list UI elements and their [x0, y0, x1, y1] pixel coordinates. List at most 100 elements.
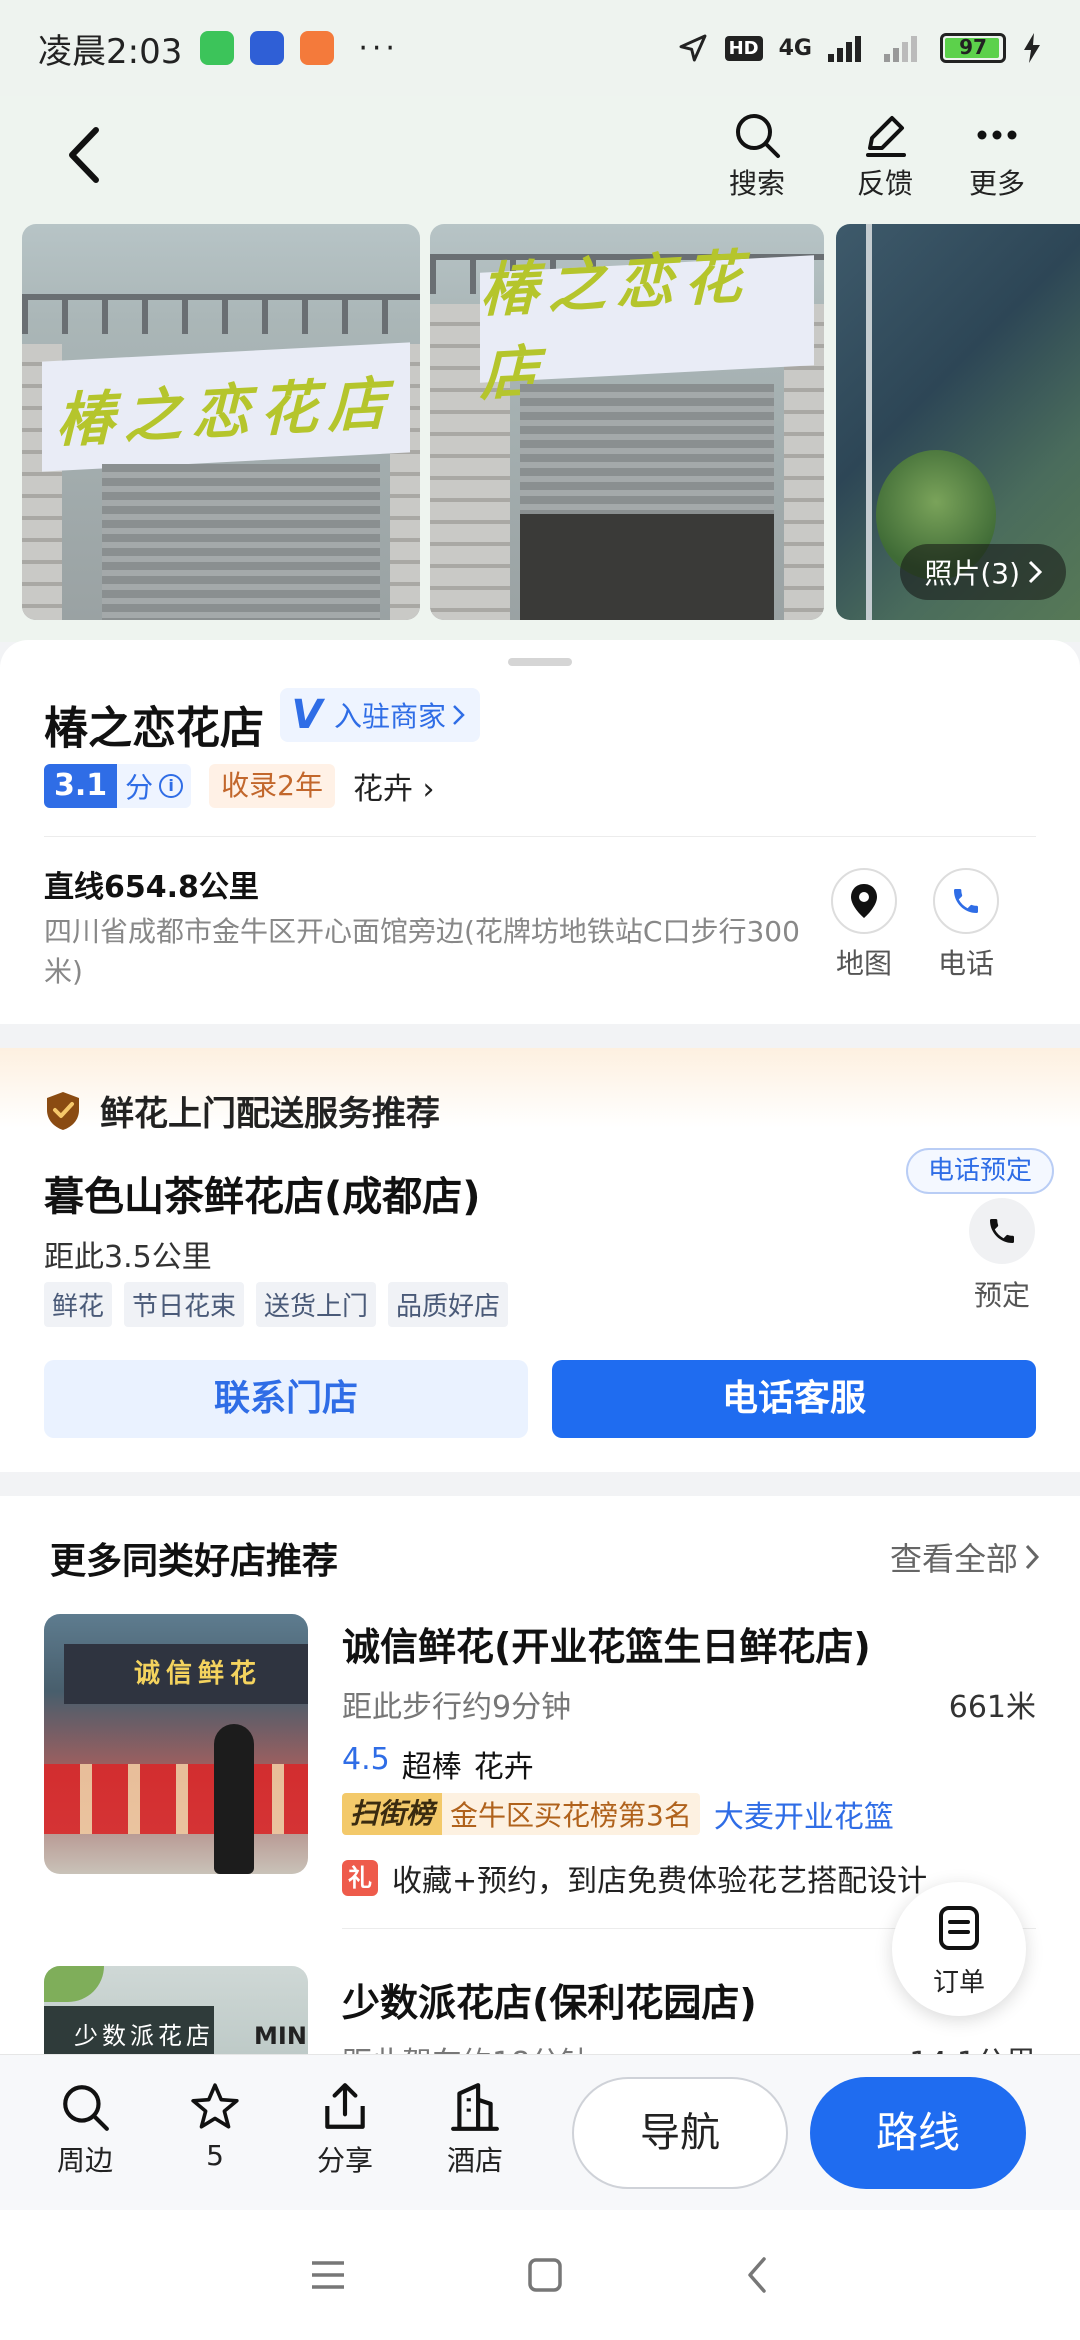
ranking-row: 扫街榜 金牛区买花榜第3名 大麦开业花篮 [342, 1792, 894, 1836]
score-badge[interactable]: 3.1 分i [44, 764, 192, 808]
more-notifications-icon: ··· [358, 30, 399, 66]
shop-category: 花卉 [473, 1750, 534, 1785]
share-icon [325, 2083, 365, 2129]
back-button[interactable] [56, 120, 116, 190]
orders-label: 订单 [932, 1968, 985, 1998]
shop-rating: 4.5 超棒 花卉 [342, 1742, 534, 1786]
favorite-count: 5 [206, 2139, 224, 2172]
star-icon [191, 2083, 239, 2129]
shop-distance: 661米 [948, 1690, 1036, 1725]
section-title: 更多同类好店推荐 [50, 1541, 339, 1582]
verified-label: 入驻商家 [334, 700, 447, 733]
wechat-icon [200, 31, 235, 65]
nearby-button[interactable]: 周边 [30, 2081, 140, 2179]
promo-tags: 鲜花 节日花束 送货上门 品质好店 [44, 1282, 509, 1327]
menu-icon[interactable] [308, 2257, 348, 2293]
search-button[interactable]: 搜索 [712, 110, 802, 202]
photo-count-label: 照片(3) [924, 557, 1020, 590]
verified-merchant-badge[interactable]: V 入驻商家 [280, 688, 481, 742]
view-all-link[interactable]: 查看全部 [890, 1534, 1040, 1580]
location-arrow-icon [679, 34, 707, 62]
order-list-icon [939, 1906, 979, 1950]
shop-thumbnail[interactable]: 诚信鲜花 [44, 1614, 308, 1874]
photo-gallery[interactable]: 椿之恋花店 椿之恋花店 照片(3) [0, 216, 1080, 642]
shield-check-icon [47, 1091, 79, 1130]
reserve-button[interactable]: 预定 [950, 1198, 1054, 1314]
chevron-right-icon [1025, 1544, 1040, 1570]
share-button[interactable]: 分享 [290, 2081, 400, 2179]
years-listed-badge: 收录2年 [209, 764, 335, 808]
shop-name: 椿之恋花店 [44, 703, 264, 754]
sheet-grabber[interactable] [508, 658, 572, 666]
promo-title: 鲜花上门配送服务推荐 [100, 1094, 440, 1134]
delivery-promo-card: 鲜花上门配送服务推荐 暮色山茶鲜花店(成都店) 距此3.5公里 鲜花 节日花束 … [0, 1048, 1080, 1472]
phone-label: 电话 [937, 947, 994, 980]
rating-row: 3.1 分i 收录2年 花卉 › [44, 764, 435, 808]
shop-photo-3[interactable]: 照片(3) [836, 224, 1080, 620]
shop-name[interactable]: 诚信鲜花(开业花篮生日鲜花店) [342, 1616, 871, 1671]
rating-value: 4.5 [342, 1742, 390, 1777]
shop-photo-1[interactable]: 椿之恋花店 [22, 224, 420, 620]
tag: 品质好店 [388, 1282, 509, 1327]
verified-v-icon: V [291, 692, 323, 738]
hotel-button[interactable]: 酒店 [420, 2081, 530, 2179]
phone-icon [990, 1219, 1014, 1243]
search-icon [63, 2085, 109, 2131]
category-label: 花卉 [353, 772, 413, 807]
shop-sign-2: 椿之恋花店 [480, 242, 814, 409]
navigate-button[interactable]: 导航 [572, 2077, 788, 2189]
shopping-app-icon [300, 31, 335, 65]
orders-button[interactable]: 订单 [892, 1882, 1026, 2016]
nearby-label: 周边 [56, 2144, 113, 2177]
signal-bars-icon [828, 36, 861, 62]
feedback-button[interactable]: 反馈 [840, 110, 930, 202]
feedback-label: 反馈 [856, 167, 913, 200]
home-icon[interactable] [525, 2255, 565, 2295]
walk-time: 距此步行约9分钟 [342, 1690, 572, 1725]
contact-store-button[interactable]: 联系门店 [44, 1360, 528, 1438]
ranking-text: 金牛区买花榜第3名 [450, 1799, 692, 1832]
shop-thumbnail[interactable]: 少数派花店 MINO [44, 1966, 308, 2056]
map-pin-icon [851, 884, 877, 918]
gift-offer-row: 礼 收藏+预约，到店免费体验花艺搭配设计 [342, 1856, 992, 1900]
hotel-building-icon [451, 2083, 499, 2131]
search-icon [736, 114, 780, 158]
phone-button[interactable]: 电话 [916, 868, 1016, 982]
phone-reserve-badge: 电话预定 [906, 1148, 1055, 1194]
signal-bars-secondary-icon [884, 36, 917, 62]
route-button[interactable]: 路线 [810, 2077, 1026, 2189]
hd-icon: HD [724, 35, 763, 61]
chevron-right-icon [453, 705, 465, 725]
ranking-badge[interactable]: 扫街榜 金牛区买花榜第3名 [342, 1793, 700, 1835]
thumbnail-sign: 诚信鲜花 [64, 1644, 308, 1704]
shop-photo-2[interactable]: 椿之恋花店 [430, 224, 824, 620]
gift-icon: 礼 [342, 1860, 378, 1896]
more-label: 更多 [968, 167, 1025, 200]
map-button[interactable]: 地图 [814, 868, 914, 982]
search-label: 搜索 [728, 167, 785, 200]
bottom-action-bar: 周边 5 分享 酒店 导航 路线 [0, 2054, 1080, 2210]
phone-icon [954, 889, 978, 913]
ranking-logo: 扫街榜 [342, 1793, 443, 1835]
promo-shop-distance: 距此3.5公里 [44, 1240, 212, 1275]
signal-4g-icon: 4G [778, 35, 812, 61]
rating-word: 超棒 [401, 1750, 462, 1785]
back-icon[interactable] [742, 2255, 772, 2295]
more-button[interactable]: 更多 [952, 110, 1042, 202]
customer-service-button[interactable]: 电话客服 [552, 1360, 1036, 1438]
favorite-button[interactable]: 5 [160, 2081, 270, 2172]
top-nav: 搜索 反馈 更多 [0, 96, 1080, 216]
thumbnail-sign: 少数派花店 [44, 2006, 214, 2056]
share-label: 分享 [316, 2144, 373, 2177]
category-link[interactable]: 花卉 › [353, 764, 435, 808]
reserve-label: 预定 [973, 1279, 1030, 1312]
shop-name[interactable]: 少数派花店(保利花园店) [342, 1972, 757, 2027]
map-label: 地图 [835, 947, 892, 980]
photo-count-button[interactable]: 照片(3) [900, 544, 1066, 600]
straight-line-distance: 直线654.8公里 [44, 870, 259, 905]
info-icon: i [159, 774, 184, 798]
battery-icon: 97 [940, 33, 1006, 63]
promo-shop-name[interactable]: 暮色山茶鲜花店(成都店) [44, 1164, 481, 1222]
app-notification-icon [250, 31, 285, 65]
related-keyword-link[interactable]: 大麦开业花篮 [714, 1792, 894, 1836]
